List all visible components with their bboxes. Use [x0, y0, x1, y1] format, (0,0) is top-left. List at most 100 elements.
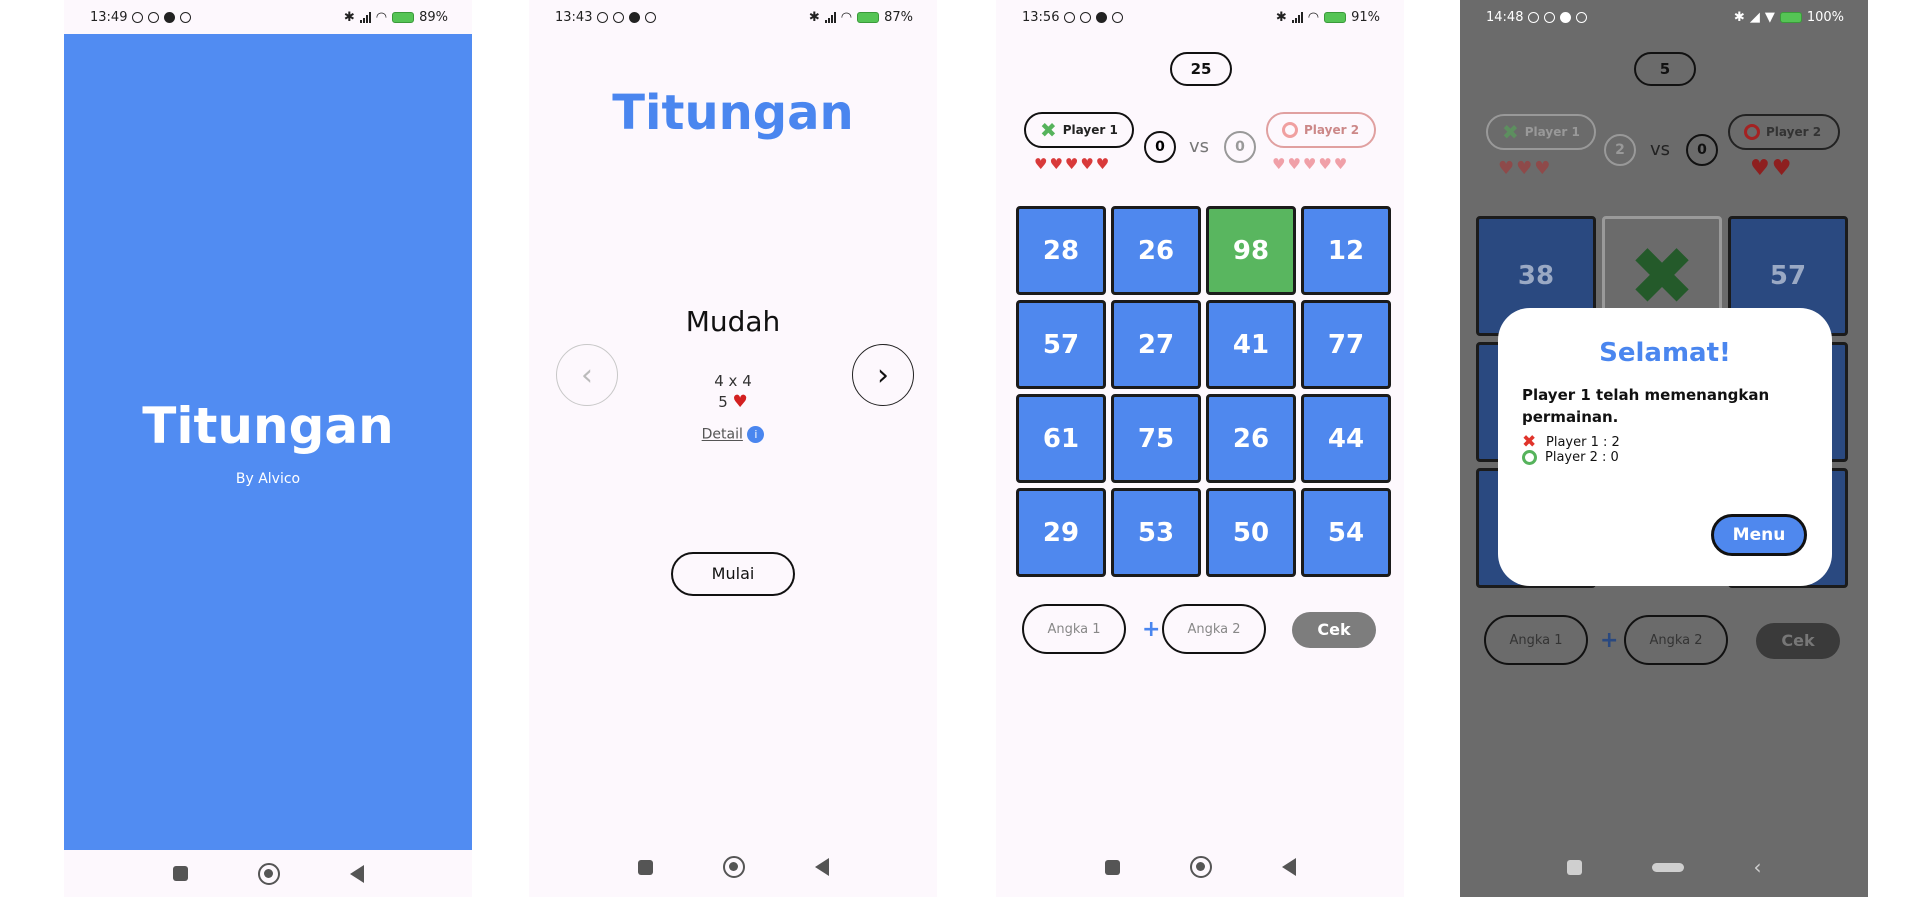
- player2-name: Player 2: [1304, 123, 1360, 137]
- notification-icon: [645, 11, 657, 23]
- battery-icon: [1779, 11, 1802, 23]
- turn-timer: 5: [1634, 52, 1696, 86]
- dialog-score-row: ✖ Player 1 : 2: [1522, 432, 1620, 452]
- battery-level: 91%: [1351, 9, 1380, 25]
- back-button[interactable]: [814, 858, 829, 876]
- dialog-title: Selamat!: [1599, 338, 1731, 368]
- grid-size: 4 x 4: [714, 372, 752, 390]
- splash-background: Titungan By Alvico: [64, 34, 472, 850]
- dialog-score-row: Player 2 : 0: [1522, 450, 1619, 465]
- board-cell[interactable]: 54: [1301, 488, 1391, 577]
- board-cell[interactable]: 75: [1111, 394, 1201, 483]
- app-title: Titungan: [612, 85, 854, 141]
- splash-screen: 13:49 ✱ ◠ 89% Titungan By Alvico: [64, 0, 472, 897]
- alarm-icon: [1528, 11, 1540, 23]
- board-cell[interactable]: 26: [1111, 206, 1201, 295]
- board-cell[interactable]: 50: [1206, 488, 1296, 577]
- system-nav-bar: [996, 837, 1404, 897]
- level-select-screen: 13:43 ✱ ◠ 87% Titungan ‹ Mudah › 4 x 4 5…: [529, 0, 937, 897]
- board-cell[interactable]: 26: [1206, 394, 1296, 483]
- back-button[interactable]: [349, 864, 364, 883]
- check-button[interactable]: Cek: [1292, 612, 1376, 648]
- player2-name: Player 2: [1766, 125, 1822, 139]
- back-button[interactable]: ‹: [1754, 855, 1762, 879]
- alarm-icon: [597, 11, 609, 23]
- player1-badge: ✖ Player 1: [1486, 114, 1596, 150]
- home-button[interactable]: [722, 856, 745, 878]
- cross-icon: ✖: [1040, 118, 1057, 142]
- player1-badge: ✖ Player 1: [1024, 112, 1134, 148]
- number1-input[interactable]: Angka 1: [1022, 604, 1126, 654]
- player2-score: 0: [1686, 134, 1718, 166]
- player2-final-score: Player 2 : 0: [1545, 450, 1619, 465]
- player1-name: Player 1: [1062, 123, 1118, 137]
- game-screen: 13:56 ✱ ◠ 91% 25 ✖ Player 1 ♥♥♥♥♥ 0 vs 0…: [996, 0, 1404, 897]
- player1-final-score: Player 1 : 2: [1546, 434, 1620, 450]
- number2-input[interactable]: Angka 2: [1624, 615, 1728, 665]
- board-cell[interactable]: 53: [1111, 488, 1201, 577]
- recent-apps-button[interactable]: [172, 866, 188, 881]
- system-nav-bar: [529, 837, 937, 897]
- back-button[interactable]: [1281, 858, 1296, 876]
- number2-input[interactable]: Angka 2: [1162, 604, 1266, 654]
- notification-icon: [1576, 11, 1588, 23]
- detail-link[interactable]: Detail i: [529, 426, 937, 443]
- notification-icon: [613, 11, 625, 23]
- notification-icon: [1080, 11, 1092, 23]
- bluetooth-icon: ✱: [1275, 9, 1287, 25]
- signal-icon: ◢: [1749, 9, 1760, 25]
- player2-badge: Player 2: [1266, 112, 1376, 148]
- chat-icon: [164, 11, 176, 23]
- board-cell[interactable]: 28: [1016, 206, 1106, 295]
- status-time: 14:48: [1486, 9, 1524, 25]
- versus-label: vs: [1650, 139, 1671, 160]
- status-time: 13:43: [555, 9, 593, 25]
- result-screen: 14:48 ✱ ◢ ▼ 100% 5 ✖ Player 1 ♥♥♥ 2 vs 0…: [1460, 0, 1868, 897]
- plus-sign: +: [1142, 617, 1161, 642]
- wifi-icon: ◠: [1307, 9, 1320, 25]
- cross-icon: ✖: [1502, 120, 1519, 144]
- board-cell[interactable]: 77: [1301, 300, 1391, 389]
- wifi-icon: ▼: [1764, 9, 1775, 25]
- player1-lives: ♥♥♥♥♥: [1034, 155, 1112, 173]
- signal-icon: [1291, 11, 1303, 23]
- player2-badge: Player 2: [1728, 114, 1840, 150]
- notification-icon: [1544, 11, 1556, 23]
- status-time: 13:56: [1022, 9, 1060, 25]
- board-cell[interactable]: 44: [1301, 394, 1391, 483]
- battery-icon: [392, 11, 415, 23]
- lives-info: 5 ♥: [529, 392, 937, 412]
- board-cell[interactable]: 12: [1301, 206, 1391, 295]
- recent-apps-button[interactable]: [1566, 859, 1582, 875]
- board-cell[interactable]: 98: [1206, 206, 1296, 295]
- player2-lives: ♥♥♥♥♥: [1272, 155, 1350, 173]
- check-button[interactable]: Cek: [1756, 623, 1840, 659]
- home-button[interactable]: [1189, 856, 1212, 878]
- board-cell[interactable]: 29: [1016, 488, 1106, 577]
- board-cell[interactable]: 61: [1016, 394, 1106, 483]
- recent-apps-button[interactable]: [637, 859, 653, 875]
- battery-icon: [1324, 11, 1347, 23]
- heart-icon: ♥: [732, 392, 748, 412]
- number-board: 28 26 98 12 57 27 41 77 61 75 26 44 29 53 50 54: [1016, 206, 1391, 577]
- battery-icon: [857, 11, 880, 23]
- board-cell[interactable]: 27: [1111, 300, 1201, 389]
- board-cell[interactable]: 57: [1016, 300, 1106, 389]
- board-cell[interactable]: 41: [1206, 300, 1296, 389]
- alarm-icon: [1064, 11, 1076, 23]
- signal-icon: [359, 11, 371, 23]
- chat-icon: [1560, 11, 1572, 23]
- status-time: 13:49: [90, 9, 128, 25]
- win-dialog: Selamat! Player 1 telah memenangkan perm…: [1498, 308, 1832, 586]
- chat-icon: [629, 11, 641, 23]
- home-button[interactable]: [1651, 862, 1684, 872]
- menu-button[interactable]: Menu: [1711, 514, 1807, 556]
- system-nav-bar: ‹: [1460, 837, 1868, 897]
- home-button[interactable]: [257, 862, 280, 885]
- turn-timer: 25: [1170, 52, 1232, 86]
- info-icon: i: [747, 426, 765, 443]
- recent-apps-button[interactable]: [1104, 859, 1120, 875]
- number1-input[interactable]: Angka 1: [1484, 615, 1588, 665]
- start-button[interactable]: Mulai: [671, 552, 795, 596]
- player1-name: Player 1: [1524, 125, 1580, 139]
